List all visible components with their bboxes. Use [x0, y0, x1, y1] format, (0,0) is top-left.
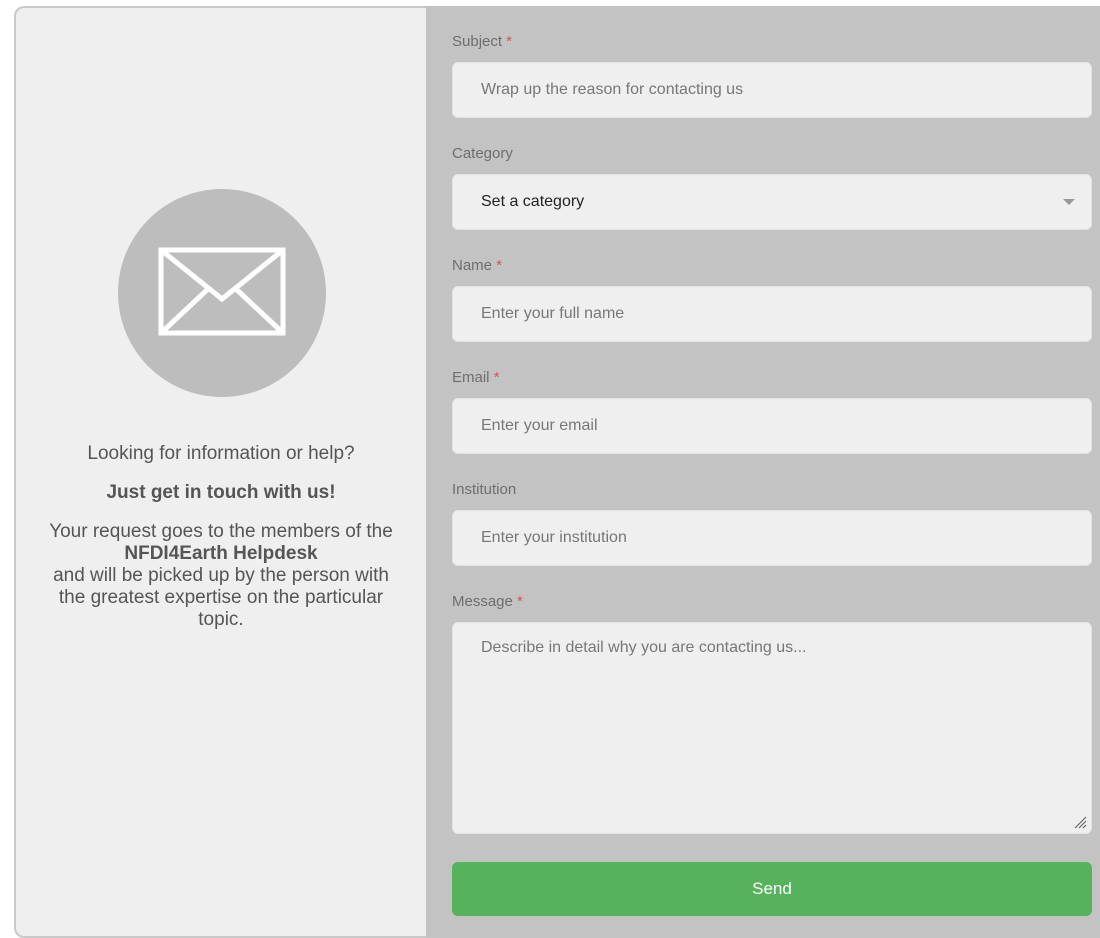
institution-label-text: Institution	[452, 481, 517, 498]
email-input[interactable]: Enter your email	[452, 398, 1092, 454]
institution-field: Institution Enter your institution	[452, 480, 1092, 566]
contact-card: Looking for information or help? Just ge…	[14, 6, 1100, 938]
contact-form: Subject * Wrap up the reason for contact…	[426, 6, 1100, 938]
info-panel: Looking for information or help? Just ge…	[14, 6, 426, 938]
name-label-text: Name	[452, 257, 493, 274]
category-label: Category	[452, 144, 1092, 164]
message-field: Message * Describe in detail why you are…	[452, 592, 1092, 834]
required-mark: *	[496, 257, 503, 274]
message-label-text: Message	[452, 593, 513, 610]
category-selected-value: Set a category	[481, 193, 585, 210]
message-placeholder: Describe in detail why you are contactin…	[481, 639, 807, 656]
send-button[interactable]: Send	[452, 862, 1092, 916]
email-placeholder: Enter your email	[481, 417, 598, 434]
intro-cta: Just get in touch with us!	[106, 482, 336, 503]
message-textarea[interactable]: Describe in detail why you are contactin…	[452, 622, 1092, 834]
intro-body-after: and will be picked up by the person with…	[53, 565, 389, 630]
institution-input[interactable]: Enter your institution	[452, 510, 1092, 566]
category-select[interactable]: Set a category	[452, 174, 1092, 230]
message-label: Message *	[452, 592, 1092, 612]
name-placeholder: Enter your full name	[481, 305, 625, 322]
intro-text: Looking for information or help? Just ge…	[16, 443, 426, 631]
name-label: Name *	[452, 256, 1092, 276]
intro-lead: Looking for information or help?	[87, 443, 355, 464]
subject-field: Subject * Wrap up the reason for contact…	[452, 32, 1092, 118]
name-input[interactable]: Enter your full name	[452, 286, 1092, 342]
category-field: Category Set a category	[452, 144, 1092, 230]
helpdesk-name: NFDI4Earth Helpdesk	[124, 543, 318, 564]
intro-body: Your request goes to the members of the …	[16, 521, 426, 631]
institution-label: Institution	[452, 480, 1092, 500]
required-mark: *	[517, 593, 523, 610]
required-mark: *	[493, 369, 500, 386]
email-field: Email * Enter your email	[452, 368, 1092, 454]
chevron-down-icon	[1063, 199, 1075, 205]
email-label-text: Email	[452, 369, 490, 386]
email-label: Email *	[452, 368, 1092, 388]
category-label-text: Category	[452, 145, 513, 162]
required-mark: *	[506, 33, 513, 50]
institution-placeholder: Enter your institution	[481, 529, 627, 546]
name-field: Name * Enter your full name	[452, 256, 1092, 342]
subject-placeholder: Wrap up the reason for contacting us	[481, 81, 744, 98]
subject-label-text: Subject	[452, 33, 503, 50]
envelope-icon	[158, 247, 286, 336]
envelope-badge	[118, 189, 326, 397]
subject-label: Subject *	[452, 32, 1092, 52]
intro-body-before: Your request goes to the members of the	[49, 521, 393, 542]
subject-input[interactable]: Wrap up the reason for contacting us	[452, 62, 1092, 118]
resize-grip-icon[interactable]	[1073, 815, 1087, 829]
